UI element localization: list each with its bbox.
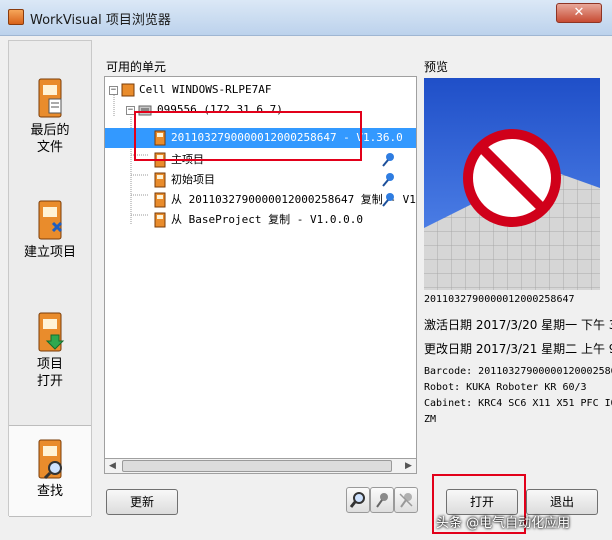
project-icon [154,192,166,208]
preview-project-id: 201103279000001200025864​7 [424,294,575,305]
sidebar-item-label: 文件 [36,140,63,155]
preview-label: 预览 [424,60,449,74]
sidebar-item-label: 最后的 [30,123,70,138]
sidebar: 最后的 文件 建立项目 项目 打开 查找 [8,40,92,517]
tree-row-copy-project[interactable]: 从 201103279000001200025864​7 复制 - V1.1.0… [105,190,416,210]
preview-cabinet-cont: ZM [424,414,437,425]
scroll-thumb[interactable] [122,460,392,472]
preview-image [424,78,600,290]
pin-icon[interactable] [381,152,395,168]
tree-row-label: 初始项目 [171,173,215,186]
scroll-left-icon[interactable]: ◀ [105,459,120,473]
window-title: WorkVisual 项目浏览器 [30,13,171,28]
tree-row-cell[interactable]: − Cell WINDOWS-RLPE7AF [105,80,416,100]
open-project-icon [38,312,65,352]
collapse-icon[interactable]: − [109,86,118,95]
sidebar-item-label: 查找 [36,484,63,499]
scroll-right-icon[interactable]: ▶ [401,459,416,473]
pin-icon[interactable] [381,192,395,208]
new-project-icon [38,200,63,240]
project-icon [154,212,166,228]
preview-robot: Robot: KUKA Roboter KR 60/3 [424,382,587,393]
find-tool-button[interactable] [346,487,370,513]
magnifier-icon [349,492,365,508]
watermark-text: 头条 @电气自动化应用 [436,516,571,531]
highlight-box-selected-project [134,111,362,161]
tree-row-label: 从 BaseProject 复制 - V1.0.0.0 [171,213,363,226]
tree-row-base-project-copy[interactable]: 从 BaseProject 复制 - V1.0.0.0 [105,210,416,230]
sidebar-item-search[interactable]: 查找 [9,425,91,517]
sidebar-item-new-project[interactable]: 建立项目 [9,199,91,279]
pin-icon[interactable] [381,172,395,188]
no-preview-icon [424,78,600,290]
tree-row-label: Cell WINDOWS-RLPE7AF [139,83,272,96]
preview-barcode: Barcode: 201103279000001200025864​7 [424,366,612,377]
close-button[interactable]: ✕ [556,3,602,23]
cell-icon [121,83,135,97]
app-icon [8,9,24,25]
project-icon [154,172,166,188]
unpin-tool-button[interactable] [394,487,418,513]
unpin-icon [399,493,413,508]
title-bar: WorkVisual 项目浏览器 ✕ [0,0,612,36]
sidebar-item-label: 项目 [36,357,63,372]
preview-cabinet: Cabinet: KRC4 SC6 X11 X51 PFC IO [424,398,612,409]
search-projects-icon [38,439,62,480]
sidebar-item-label: 建立项目 [23,245,76,260]
refresh-button[interactable]: 更新 [106,489,178,515]
sidebar-item-label: 打开 [36,374,63,389]
tree-horizontal-scrollbar[interactable]: ◀ ▶ [104,458,417,474]
sidebar-item-recent-files[interactable]: 最后的 文件 [9,77,91,167]
tree-row-initial-project[interactable]: 初始项目 [105,170,416,190]
pin-tool-button[interactable] [370,487,394,513]
sidebar-item-open-project[interactable]: 项目 打开 [9,311,91,403]
available-units-label: 可用的单元 [106,60,167,74]
pin-icon [376,493,388,508]
preview-activated-date: 激活日期 2017/3/20 星期一 下午 3:4 [424,318,612,332]
preview-modified-date: 更改日期 2017/3/21 星期二 上午 9:5 [424,342,612,356]
recent-files-icon [38,78,62,118]
